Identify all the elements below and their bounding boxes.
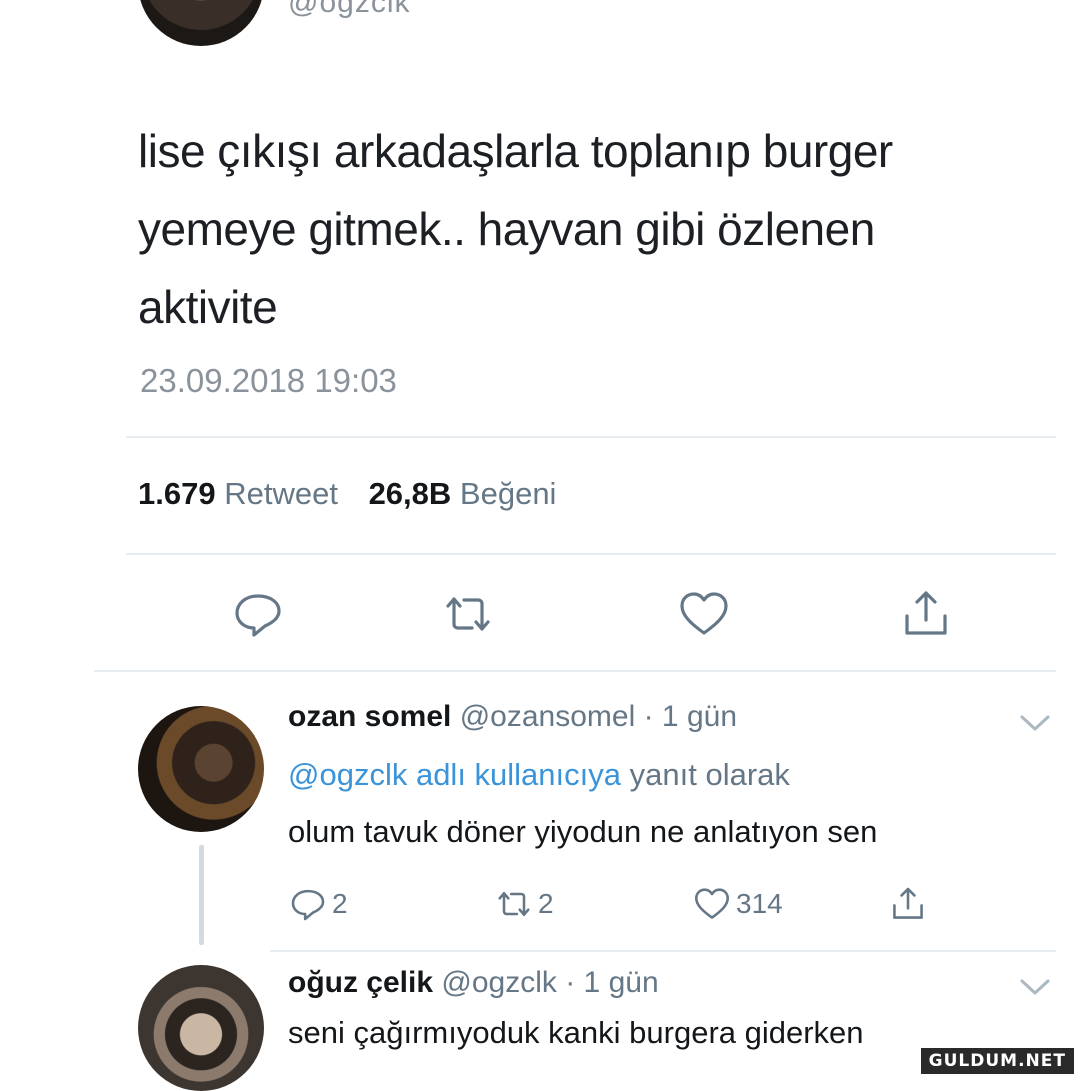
watermark: GULDUM.NET <box>920 1048 1074 1074</box>
reply-author-name[interactable]: oğuz çelik <box>288 966 433 999</box>
tweet-author-avatar[interactable] <box>138 0 264 46</box>
chevron-down-icon[interactable] <box>1018 976 1052 998</box>
heart-icon <box>680 592 728 635</box>
tweet-text: lise çıkışı arkadaşlarla toplanıp burger… <box>138 112 1018 346</box>
tweet-text-line: aktivite <box>138 281 278 333</box>
share-button[interactable] <box>888 882 932 926</box>
share-icon <box>905 591 947 635</box>
retweet-stat[interactable]: 1.679 Retweet <box>138 476 338 511</box>
reply-text: olum tavuk döner yiyodun ne anlatıyon se… <box>288 814 878 849</box>
chevron-down-icon[interactable] <box>1018 712 1052 734</box>
tweet-stats: 1.679 Retweet 26,8B Beğeni <box>138 476 556 512</box>
tweet-author-handle[interactable]: @ogzclk <box>288 0 411 20</box>
reply-time: · 1 gün <box>565 966 659 999</box>
share-icon <box>893 887 923 919</box>
retweet-button[interactable] <box>440 586 496 642</box>
reply-count: 2 <box>332 888 348 919</box>
reply-time: · 1 gün <box>643 700 738 733</box>
reply-text: seni çağırmıyoduk kanki burgera giderken <box>288 1015 864 1050</box>
retweet-button[interactable]: 2 <box>494 882 554 926</box>
divider <box>270 950 1056 952</box>
retweet-icon <box>446 597 490 631</box>
reply-icon <box>235 594 281 637</box>
like-count: 314 <box>736 888 783 919</box>
tweet-text-line: yemeye gitmek.. hayvan gibi özlenen <box>138 203 875 255</box>
divider <box>126 436 1056 438</box>
reply-author-handle[interactable]: @ogzclk <box>441 966 557 999</box>
reply-button[interactable] <box>230 586 286 642</box>
like-label: Beğeni <box>459 476 557 511</box>
heart-icon <box>695 888 729 919</box>
like-button[interactable]: 314 <box>692 882 783 926</box>
retweet-count: 1.679 <box>138 476 216 511</box>
reply-to-context: @ogzclk adlı kullanıcıya yanıt olarak <box>288 757 790 793</box>
like-button[interactable] <box>676 586 732 642</box>
reply-to-link[interactable]: @ogzclk adlı kullanıcıya <box>288 757 621 792</box>
reply-header: ozan somel @ozansomel · 1 gün <box>288 700 737 734</box>
reply-to-suffix: yanıt olarak <box>629 757 790 792</box>
reply-author-name[interactable]: ozan somel <box>288 700 451 733</box>
reply-icon <box>291 889 325 921</box>
tweet-timestamp[interactable]: 23.09.2018 19:03 <box>140 362 397 400</box>
reply-button[interactable]: 2 <box>288 882 348 926</box>
thread-connector <box>199 845 204 945</box>
retweet-icon <box>498 892 530 916</box>
divider <box>126 553 1056 555</box>
like-stat[interactable]: 26,8B Beğeni <box>369 476 557 511</box>
retweet-count: 2 <box>538 888 554 919</box>
retweet-label: Retweet <box>224 476 338 511</box>
tweet-text-line: lise çıkışı arkadaşlarla toplanıp burger <box>138 125 893 177</box>
avatar[interactable] <box>138 706 264 832</box>
avatar[interactable] <box>138 965 264 1091</box>
share-button[interactable] <box>898 586 954 642</box>
divider <box>94 670 1056 672</box>
like-count: 26,8B <box>368 476 452 511</box>
reply-author-handle[interactable]: @ozansomel <box>460 700 636 733</box>
reply-header: oğuz çelik @ogzclk · 1 gün <box>288 966 659 1000</box>
